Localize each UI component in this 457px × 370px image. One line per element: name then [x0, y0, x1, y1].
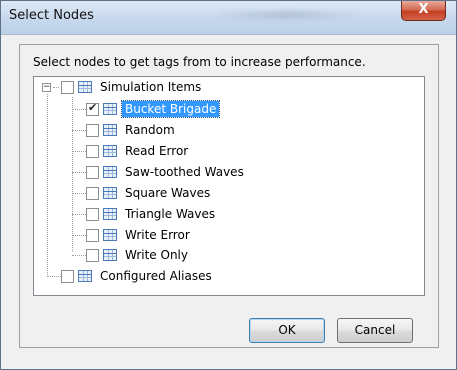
table-icon	[103, 124, 117, 136]
checkbox[interactable]	[86, 123, 99, 137]
tree-line-h	[47, 276, 61, 277]
tree-node-bucket-brigade[interactable]: Bucket Brigade	[86, 99, 221, 119]
tree-node-configured-aliases[interactable]: Configured Aliases	[61, 266, 215, 286]
checkbox[interactable]	[86, 248, 99, 262]
checkbox[interactable]	[86, 228, 99, 242]
node-label: Read Error	[125, 144, 189, 158]
table-icon	[103, 249, 117, 261]
node-label: Square Waves	[125, 186, 211, 200]
node-label: Configured Aliases	[100, 269, 212, 283]
close-icon: X	[418, 2, 429, 17]
instruction-text: Select nodes to get tags from to increas…	[33, 55, 366, 69]
node-label: Random	[125, 123, 175, 137]
tree-node-read-error[interactable]: Read Error	[86, 141, 191, 161]
tree-line-h	[72, 193, 86, 194]
tree-node-random[interactable]: Random	[86, 120, 178, 140]
table-icon	[103, 229, 117, 241]
tree-node-simulation-items[interactable]: Simulation Items	[61, 77, 204, 97]
table-icon	[78, 81, 92, 93]
table-icon	[78, 270, 92, 282]
tree-line-h	[72, 151, 86, 152]
node-label: Bucket Brigade	[120, 100, 221, 118]
tree-node-write-only[interactable]: Write Only	[86, 245, 191, 265]
checkbox[interactable]	[61, 269, 74, 283]
checkbox[interactable]	[86, 144, 99, 158]
collapse-toggle[interactable]: −	[42, 83, 51, 92]
cancel-button[interactable]: Cancel	[337, 318, 413, 343]
checkbox[interactable]	[86, 186, 99, 200]
tree-line-h	[72, 214, 86, 215]
minus-icon: −	[43, 82, 51, 92]
tree-line-children-vertical	[72, 97, 73, 252]
tree-node-saw-toothed-waves[interactable]: Saw-toothed Waves	[86, 162, 247, 182]
tree-line-root-vertical	[47, 94, 48, 277]
checkbox-checked[interactable]	[86, 101, 99, 116]
tree-node-square-waves[interactable]: Square Waves	[86, 183, 213, 203]
tree-line-h	[72, 235, 86, 236]
tree-line-h	[72, 172, 86, 173]
node-label: Write Only	[125, 248, 188, 262]
close-button[interactable]: X	[401, 1, 446, 21]
checkbox[interactable]	[61, 80, 74, 94]
table-icon	[103, 187, 117, 199]
table-icon	[103, 145, 117, 157]
title-bar-blurred-text	[211, 11, 361, 19]
table-icon	[103, 208, 117, 220]
tree-line-h	[72, 109, 86, 110]
tree-line-h	[72, 255, 86, 256]
table-icon	[103, 103, 117, 115]
table-icon	[103, 166, 117, 178]
node-label: Triangle Waves	[125, 207, 216, 221]
checkbox[interactable]	[86, 207, 99, 221]
checkbox[interactable]	[86, 165, 99, 179]
node-label: Write Error	[125, 228, 190, 242]
node-tree[interactable]: − Simulation Items Bucket Brigade Random…	[33, 76, 425, 296]
tree-node-write-error[interactable]: Write Error	[86, 225, 193, 245]
node-label: Saw-toothed Waves	[125, 165, 244, 179]
tree-line-root-h	[53, 87, 59, 88]
tree-line-h	[72, 130, 86, 131]
node-label: Simulation Items	[100, 80, 202, 94]
ok-button[interactable]: OK	[249, 318, 325, 343]
tree-node-triangle-waves[interactable]: Triangle Waves	[86, 204, 218, 224]
dialog-title: Select Nodes	[9, 8, 94, 23]
title-bar[interactable]: Select Nodes X	[1, 1, 456, 35]
